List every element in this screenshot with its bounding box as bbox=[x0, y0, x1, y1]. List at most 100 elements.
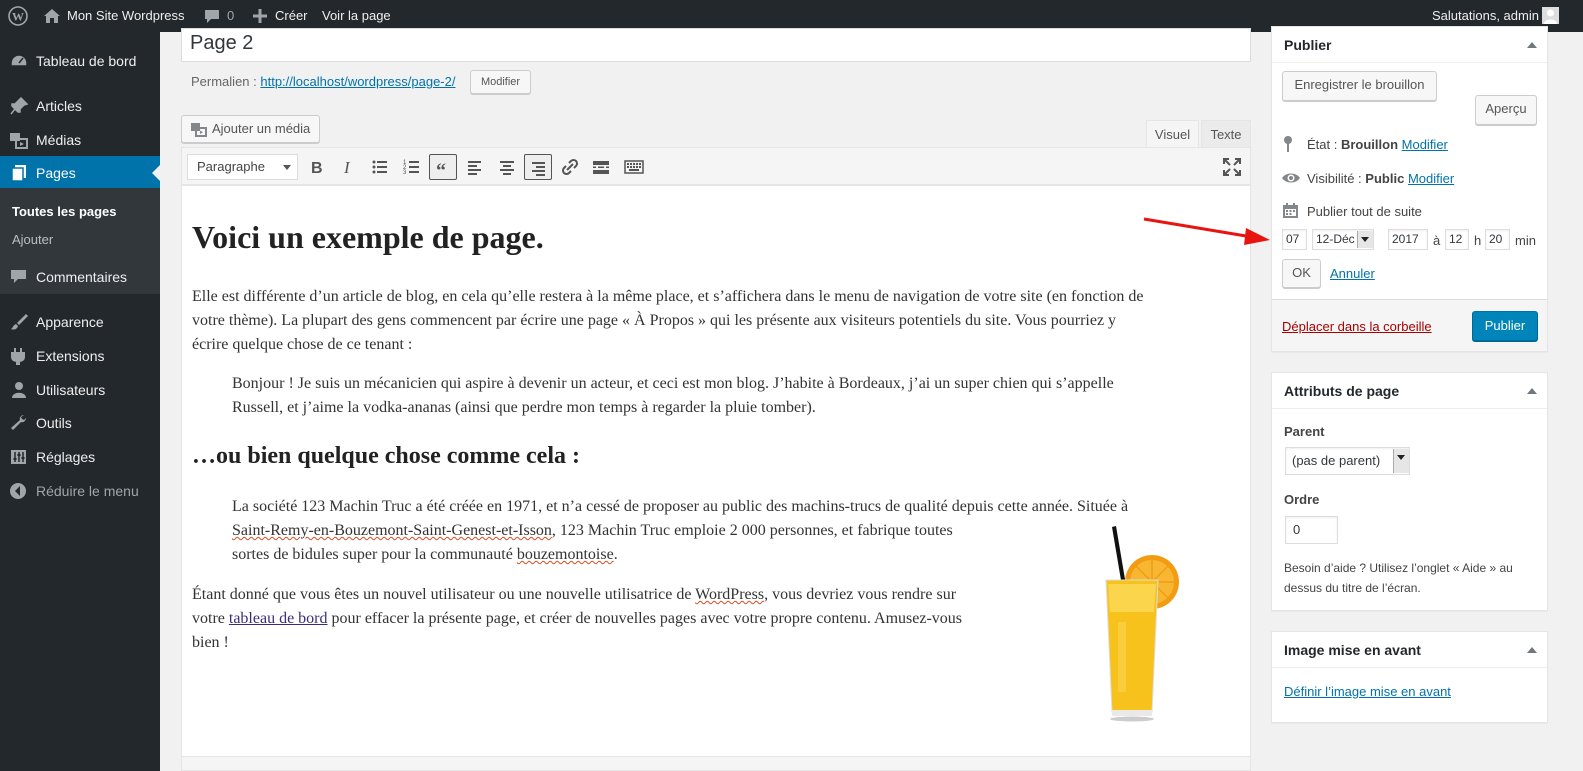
comment-icon[interactable] bbox=[204, 9, 220, 24]
menu-item-appearance[interactable]: Apparence bbox=[0, 305, 160, 339]
menu-label: Médias bbox=[36, 132, 82, 148]
featured-image-title[interactable]: Image mise en avant bbox=[1272, 632, 1547, 668]
plus-icon[interactable] bbox=[253, 9, 267, 23]
blockquote-button[interactable]: “ bbox=[429, 154, 457, 180]
minute-input[interactable]: 20 bbox=[1485, 229, 1510, 250]
users-icon bbox=[12, 382, 26, 398]
submenu-all-pages[interactable]: Toutes les pages bbox=[12, 204, 117, 219]
fullscreen-button[interactable] bbox=[1218, 154, 1246, 180]
page-attributes-title[interactable]: Attributs de page bbox=[1272, 373, 1547, 409]
year-input[interactable]: 2017 bbox=[1388, 229, 1428, 250]
menu-label: Tableau de bord bbox=[36, 53, 137, 69]
content-heading: Voici un exemple de page. bbox=[192, 219, 544, 255]
avatar[interactable] bbox=[1542, 7, 1559, 24]
save-draft-button[interactable]: Enregistrer le brouillon bbox=[1282, 71, 1437, 101]
status-edit-link[interactable]: Modifier bbox=[1402, 137, 1448, 152]
pin-icon bbox=[10, 97, 29, 115]
align-left-icon bbox=[468, 161, 481, 175]
spellcheck-word: Saint-Remy-en-Bouzemont-Saint-Genest-et-… bbox=[232, 522, 552, 539]
content-paragraph-line: bien ! bbox=[192, 634, 229, 651]
align-left-button[interactable] bbox=[461, 154, 489, 180]
visibility-edit-link[interactable]: Modifier bbox=[1408, 171, 1454, 186]
order-label: Ordre bbox=[1284, 492, 1320, 507]
svg-text:“: “ bbox=[436, 160, 446, 177]
permalink-label: Permalien : bbox=[191, 74, 257, 89]
read-more-button[interactable] bbox=[587, 154, 615, 180]
editor-content[interactable]: Voici un exemple de page. Elle est diffé… bbox=[181, 185, 1251, 760]
collapse-arrow-icon[interactable] bbox=[1527, 388, 1537, 394]
set-featured-image-link[interactable]: Définir l’image mise en avant bbox=[1284, 684, 1451, 699]
menu-item-collapse[interactable]: Réduire le menu bbox=[0, 474, 160, 508]
menu-item-medias[interactable]: Médias bbox=[0, 123, 160, 157]
editor-toolbar: Paragraphe B I 123 “ bbox=[181, 147, 1251, 185]
text-run: sortes de bidules super pour la communau… bbox=[232, 546, 517, 563]
schedule-ok-button[interactable]: OK bbox=[1282, 259, 1321, 288]
svg-text:W: W bbox=[12, 10, 24, 24]
day-input[interactable]: 07 bbox=[1282, 229, 1307, 250]
time-at-label: à bbox=[1433, 233, 1441, 248]
menu-label: Articles bbox=[36, 98, 82, 114]
permalink-url[interactable]: http://localhost/wordpress/page-2/ bbox=[260, 74, 455, 89]
orange-juice-image[interactable] bbox=[1092, 522, 1182, 722]
menu-item-pages[interactable]: Pages bbox=[0, 156, 160, 190]
collapse-arrow-icon[interactable] bbox=[1527, 647, 1537, 653]
dashboard-content-link[interactable]: tableau de bord bbox=[229, 610, 328, 627]
blockquote-line: Saint-Remy-en-Bouzemont-Saint-Genest-et-… bbox=[232, 519, 953, 543]
tab-visual[interactable]: Visuel bbox=[1146, 120, 1199, 148]
align-center-button[interactable] bbox=[493, 154, 521, 180]
svg-text:I: I bbox=[343, 158, 351, 176]
add-media-button[interactable]: Ajouter un média bbox=[181, 115, 320, 143]
schedule-label: Publier tout de suite bbox=[1307, 204, 1422, 219]
status-row: État : Brouillon Modifier bbox=[1307, 137, 1448, 152]
publish-button[interactable]: Publier bbox=[1472, 311, 1538, 341]
content-paragraph-line: votre thème). La plupart des gens commen… bbox=[192, 312, 1117, 329]
preview-button[interactable]: Aperçu bbox=[1475, 95, 1537, 125]
submenu-add-page[interactable]: Ajouter bbox=[12, 232, 53, 247]
schedule-cancel-link[interactable]: Annuler bbox=[1330, 266, 1375, 281]
menu-label: Extensions bbox=[36, 348, 105, 364]
tab-text[interactable]: Texte bbox=[1201, 120, 1251, 148]
toolbar-toggle-button[interactable] bbox=[619, 154, 647, 180]
numbered-list-icon: 123 bbox=[403, 160, 419, 176]
wrench-icon bbox=[11, 415, 26, 430]
menu-label: Réduire le menu bbox=[36, 483, 139, 499]
menu-item-articles[interactable]: Articles bbox=[0, 89, 160, 123]
format-select[interactable]: Paragraphe bbox=[187, 154, 298, 180]
numbered-list-button[interactable]: 123 bbox=[398, 154, 426, 180]
italic-icon: I bbox=[343, 158, 351, 176]
italic-button[interactable]: I bbox=[334, 154, 362, 180]
dashboard-icon bbox=[10, 54, 28, 67]
hour-input[interactable]: 12 bbox=[1445, 229, 1469, 250]
permalink-edit-button[interactable]: Modifier bbox=[470, 70, 531, 94]
chevron-down-icon bbox=[1393, 449, 1409, 473]
bullet-list-button[interactable] bbox=[366, 154, 394, 180]
link-button[interactable] bbox=[556, 154, 584, 180]
menu-item-extensions[interactable]: Extensions bbox=[0, 339, 160, 373]
parent-select[interactable]: (pas de parent) bbox=[1285, 447, 1410, 475]
month-select[interactable]: 12-Déc bbox=[1312, 229, 1374, 250]
blockquote-line: Bonjour ! Je suis un mécanicien qui aspi… bbox=[232, 375, 1114, 392]
svg-text:3: 3 bbox=[403, 170, 407, 176]
move-to-trash-link[interactable]: Déplacer dans la corbeille bbox=[1282, 319, 1432, 334]
pages-icon bbox=[11, 165, 26, 182]
text-run: . bbox=[613, 546, 618, 563]
collapse-arrow-icon[interactable] bbox=[1527, 42, 1537, 48]
menu-item-users[interactable]: Utilisateurs bbox=[0, 373, 160, 407]
menu-item-dashboard[interactable]: Tableau de bord bbox=[0, 44, 160, 78]
publish-box-title[interactable]: Publier bbox=[1272, 27, 1547, 63]
wordpress-logo-icon[interactable]: W bbox=[8, 6, 28, 26]
collapse-icon bbox=[10, 483, 26, 499]
order-input[interactable]: 0 bbox=[1285, 516, 1338, 544]
align-right-button[interactable] bbox=[524, 154, 552, 180]
page-title-input[interactable]: Page 2 bbox=[181, 28, 1251, 62]
bold-button[interactable]: B bbox=[302, 154, 330, 180]
site-name-link[interactable]: Mon Site Wordpress bbox=[67, 0, 185, 32]
menu-item-settings[interactable]: Réglages bbox=[0, 440, 160, 474]
media-icon bbox=[10, 133, 28, 149]
plugin-icon bbox=[11, 348, 25, 365]
page-attributes-box: Attributs de page Parent (pas de parent)… bbox=[1271, 372, 1548, 611]
page-attributes-title-text: Attributs de page bbox=[1284, 383, 1400, 399]
parent-select-value: (pas de parent) bbox=[1292, 453, 1381, 468]
menu-item-comments[interactable]: Commentaires bbox=[0, 260, 160, 294]
menu-item-tools[interactable]: Outils bbox=[0, 406, 160, 440]
